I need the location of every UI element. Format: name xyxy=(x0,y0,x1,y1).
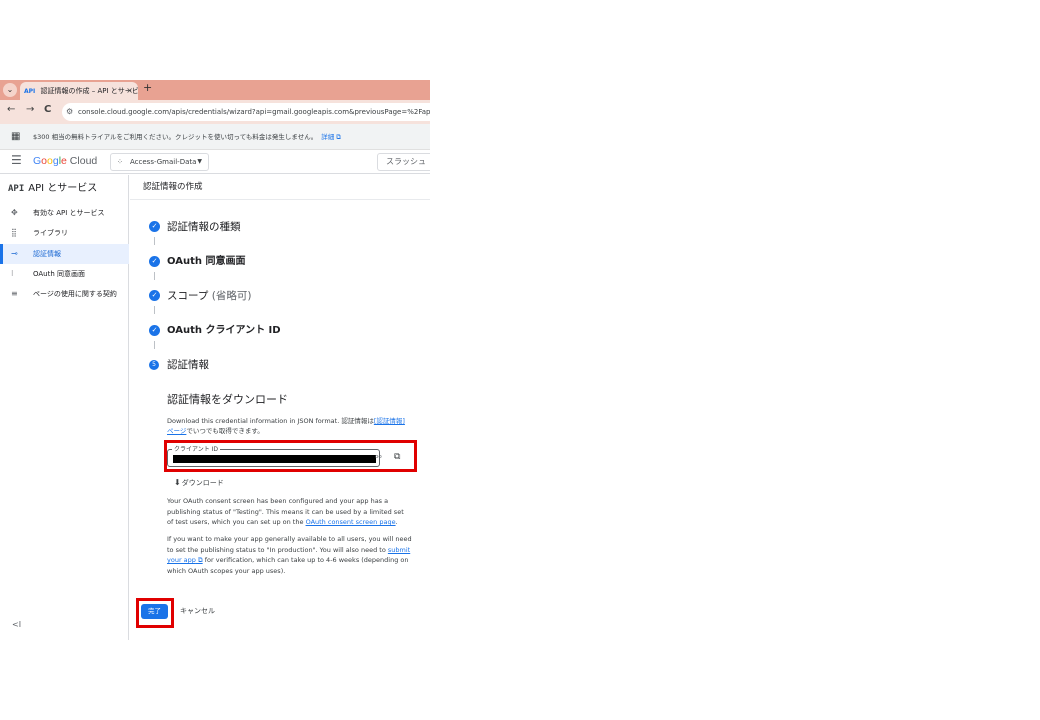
menu-icon[interactable]: ☰ xyxy=(11,153,22,167)
cancel-button[interactable]: キャンセル xyxy=(180,604,215,619)
check-circle-icon: ✓ xyxy=(149,256,160,267)
back-icon[interactable]: ← xyxy=(7,104,15,115)
forward-icon[interactable]: → xyxy=(26,104,34,115)
step-connector xyxy=(154,272,155,280)
download-section-title: 認証情報をダウンロード xyxy=(167,393,288,406)
browser-tab-strip: ⌄ API 認証情報の作成 – API とサービス × + xyxy=(0,80,430,100)
site-info-icon[interactable]: ⚙ xyxy=(66,103,73,121)
production-status-info: If you want to make your app generally a… xyxy=(167,535,412,575)
promo-details-link[interactable]: 詳細 ⧉ xyxy=(321,133,341,141)
download-icon: ⬇ xyxy=(174,478,181,487)
highlight-box-client-id xyxy=(164,440,417,472)
collapse-sidebar-icon[interactable]: <I xyxy=(12,620,21,629)
sidebar-title: API API とサービス xyxy=(8,183,98,194)
check-circle-icon: ✓ xyxy=(149,290,160,301)
sidebar-item-library[interactable]: ⣿ ライブラリ xyxy=(0,223,129,243)
sidebar-item-page-usage[interactable]: ≡ ページの使用に関する契約 xyxy=(0,284,129,304)
google-cloud-logo[interactable]: Google Cloud xyxy=(33,155,97,167)
project-name: Access-Gmail-Data xyxy=(130,158,197,166)
step-connector xyxy=(154,306,155,314)
promo-text: $300 相当の無料トライアルをご利用ください。クレジットを使い切っても料金は発… xyxy=(33,133,318,141)
new-tab-button[interactable]: + xyxy=(143,81,152,94)
step-connector xyxy=(154,341,155,349)
browser-tab[interactable]: API 認証情報の作成 – API とサービス × xyxy=(20,82,138,100)
url-text: console.cloud.google.com/apis/credential… xyxy=(78,108,430,116)
sidebar: API API とサービス ✥ 有効な API とサービス ⣿ ライブラリ ⊸ 認… xyxy=(0,175,129,640)
check-circle-icon: ✓ xyxy=(149,325,160,336)
testing-status-info: Your OAuth consent screen has been confi… xyxy=(167,497,404,526)
sidebar-item-credentials[interactable]: ⊸ 認証情報 xyxy=(0,244,129,264)
step-connector xyxy=(154,237,155,245)
step-number-badge: 5 xyxy=(149,360,159,370)
screenshot-area: ⌄ API 認証情報の作成 – API とサービス × + ← → C ⚙ co… xyxy=(0,80,430,640)
sidebar-item-oauth-consent[interactable]: ⁝ OAuth 同意画面 xyxy=(0,264,129,284)
free-trial-banner: ▦ $300 相当の無料トライアルをご利用ください。クレジットを使い切っても料金… xyxy=(0,124,430,150)
gift-icon: ▦ xyxy=(11,131,21,142)
key-icon: ⊸ xyxy=(11,249,18,258)
close-tab-icon[interactable]: × xyxy=(126,82,133,100)
gcp-header: ☰ Google Cloud ⁘ Access-Gmail-Data ▼ スラッ… xyxy=(0,150,430,174)
tab-search-icon[interactable]: ⌄ xyxy=(3,83,17,97)
consent-icon: ⁝ xyxy=(11,269,14,278)
search-input[interactable]: スラッシュ xyxy=(377,153,430,171)
sidebar-item-enabled-apis[interactable]: ✥ 有効な API とサービス xyxy=(0,203,129,223)
download-description: Download this credential information in … xyxy=(167,417,405,435)
api-services-icon: ✥ xyxy=(11,208,18,217)
chevron-down-icon: ▼ xyxy=(197,158,202,165)
download-button[interactable]: ⬇ダウンロード xyxy=(174,478,224,488)
api-logo-icon: API xyxy=(8,184,25,194)
project-picker[interactable]: ⁘ Access-Gmail-Data ▼ xyxy=(110,153,209,171)
api-favicon-icon: API xyxy=(24,88,36,95)
settings-list-icon: ≡ xyxy=(11,289,18,298)
main-content: 認証情報の作成 ✓ 認証情報の種類 ✓ OAuth 同意画面 ✓ スコープ (省… xyxy=(130,175,430,640)
reload-icon[interactable]: C xyxy=(44,104,51,115)
browser-toolbar: ← → C ⚙ console.cloud.google.com/apis/cr… xyxy=(0,100,430,124)
library-icon: ⣿ xyxy=(11,228,17,237)
divider xyxy=(130,199,430,200)
tab-title: 認証情報の作成 – API とサービス xyxy=(40,87,138,95)
project-icon: ⁘ xyxy=(117,158,123,166)
highlight-box-done xyxy=(136,598,174,628)
address-bar[interactable]: ⚙ console.cloud.google.com/apis/credenti… xyxy=(62,103,430,121)
oauth-consent-page-link[interactable]: OAuth consent screen page xyxy=(306,518,396,526)
page-title: 認証情報の作成 xyxy=(143,182,203,192)
check-circle-icon: ✓ xyxy=(149,221,160,232)
